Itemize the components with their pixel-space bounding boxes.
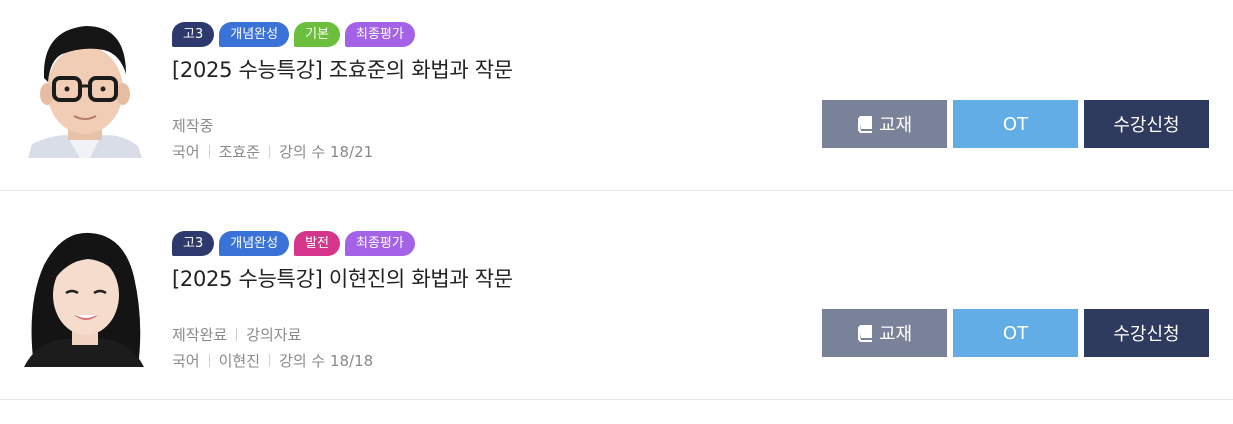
ot-label: OT xyxy=(1002,113,1029,135)
lecture-count: 강의 수 18/18 xyxy=(279,352,374,370)
ot-button[interactable]: OT xyxy=(953,309,1078,357)
lecture-count: 강의 수 18/21 xyxy=(279,143,374,161)
badge-level: 발전 xyxy=(294,231,340,256)
badge-type: 개념완성 xyxy=(219,22,290,47)
textbook-button[interactable]: 교재 xyxy=(822,309,947,357)
badge-group: 고3 개념완성 기본 최종평가 xyxy=(172,22,415,47)
badge-group: 고3 개념완성 발전 최종평가 xyxy=(172,231,415,256)
badge-eval: 최종평가 xyxy=(345,22,415,47)
badge-grade: 고3 xyxy=(172,22,215,47)
course-status: 제작중 xyxy=(172,115,213,136)
ot-label: OT xyxy=(1002,322,1029,344)
avatar-image xyxy=(18,225,148,367)
book-icon xyxy=(857,115,873,133)
materials-link[interactable]: 강의자료 xyxy=(246,324,301,345)
divider xyxy=(269,354,271,367)
subject-label: 국어 xyxy=(172,143,200,161)
course-meta: 국어 이현진 강의 수 18/18 xyxy=(172,350,373,371)
divider xyxy=(269,145,271,158)
avatar-image xyxy=(18,16,148,158)
action-buttons: 교재 OT 수강신청 xyxy=(822,100,1209,148)
badge-eval: 최종평가 xyxy=(345,231,415,256)
book-icon xyxy=(857,324,873,342)
badge-grade: 고3 xyxy=(172,231,215,256)
course-meta: 국어 조효준 강의 수 18/21 xyxy=(172,141,373,162)
status-label: 제작중 xyxy=(172,117,214,135)
subject-label: 국어 xyxy=(172,352,200,370)
badge-level: 기본 xyxy=(294,22,340,47)
status-label: 제작완료 xyxy=(172,326,228,344)
teacher-photo[interactable] xyxy=(18,225,148,367)
teacher-name: 조효준 xyxy=(218,143,261,161)
teacher-name: 이현진 xyxy=(218,352,261,370)
course-title[interactable]: [2025 수능특강] 조효준의 화법과 작문 xyxy=(172,54,513,84)
enroll-label: 수강신청 xyxy=(1113,324,1180,345)
divider xyxy=(208,145,210,158)
textbook-button[interactable]: 교재 xyxy=(822,100,947,148)
divider xyxy=(236,328,238,341)
divider xyxy=(208,354,210,367)
textbook-label: 교재 xyxy=(878,324,913,345)
teacher-photo[interactable] xyxy=(18,16,148,158)
enroll-button[interactable]: 수강신청 xyxy=(1084,100,1209,148)
action-buttons: 교재 OT 수강신청 xyxy=(822,309,1209,357)
ot-button[interactable]: OT xyxy=(953,100,1078,148)
badge-type: 개념완성 xyxy=(219,231,290,256)
course-item: 고3 개념완성 발전 최종평가 [2025 수능특강] 이현진의 화법과 작문 … xyxy=(0,209,1233,400)
course-item: 고3 개념완성 기본 최종평가 [2025 수능특강] 조효준의 화법과 작문 … xyxy=(0,0,1233,191)
course-status: 제작완료 강의자료 xyxy=(172,324,301,345)
course-title[interactable]: [2025 수능특강] 이현진의 화법과 작문 xyxy=(172,263,513,293)
enroll-button[interactable]: 수강신청 xyxy=(1084,309,1209,357)
textbook-label: 교재 xyxy=(878,115,913,136)
enroll-label: 수강신청 xyxy=(1113,115,1180,136)
